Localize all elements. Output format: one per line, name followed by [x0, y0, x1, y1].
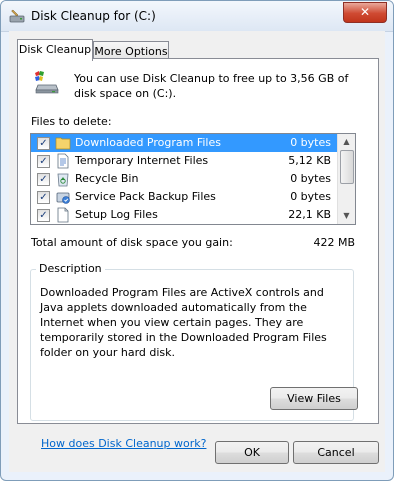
file-size: 5,12 KB: [288, 154, 331, 167]
disk-cleanup-icon: [9, 9, 25, 23]
disk-cleanup-window: Disk Cleanup for (C:) ✕ Disk Cleanup Mor…: [0, 0, 394, 481]
ok-button[interactable]: OK: [215, 441, 289, 464]
scroll-up-icon[interactable]: ▲: [338, 134, 355, 150]
intro-text: You can use Disk Cleanup to free up to 3…: [74, 72, 349, 100]
list-item[interactable]: ✓ Recycle Bin 0 bytes: [31, 170, 337, 188]
file-name: Setup Log Files: [75, 208, 158, 221]
list-item[interactable]: ✓ Setup Log Files 22,1 KB: [31, 206, 337, 224]
file-size: 0 bytes: [290, 172, 331, 185]
help-link[interactable]: How does Disk Cleanup work?: [41, 437, 206, 450]
window-title: Disk Cleanup for (C:): [31, 9, 156, 23]
file-name: Service Pack Backup Files: [75, 190, 216, 203]
total-space-value: 422 MB: [313, 236, 355, 249]
backup-icon: [56, 192, 70, 204]
files-to-delete-label: Files to delete:: [31, 115, 112, 128]
scroll-down-icon[interactable]: ▼: [338, 208, 355, 224]
file-name: Downloaded Program Files: [75, 136, 221, 149]
disk-cleanup-panel: You can use Disk Cleanup to free up to 3…: [17, 58, 379, 450]
document-icon: [57, 153, 69, 169]
recycle-bin-icon: [57, 173, 69, 187]
title-bar[interactable]: Disk Cleanup for (C:) ✕: [1, 1, 393, 32]
list-item[interactable]: ✓ Downloaded Program Files 0 bytes: [31, 134, 337, 152]
cancel-button[interactable]: Cancel: [293, 441, 379, 464]
file-size: 0 bytes: [290, 136, 331, 149]
drive-cleanup-icon: [35, 71, 59, 94]
files-list-scrollbar[interactable]: ▲ ▼: [337, 134, 355, 224]
dialog-client: Disk Cleanup More Options You can use Di…: [9, 31, 385, 472]
description-legend: Description: [36, 262, 105, 275]
total-space-label: Total amount of disk space you gain:: [31, 236, 233, 249]
files-list[interactable]: ✓ Downloaded Program Files 0 bytes ✓ Tem…: [30, 133, 356, 225]
file-name: Recycle Bin: [75, 172, 139, 185]
file-name: Temporary Internet Files: [75, 154, 209, 167]
description-text: Downloaded Program Files are ActiveX con…: [40, 286, 327, 359]
description-group: Description Downloaded Program Files are…: [30, 261, 358, 429]
scroll-thumb[interactable]: [340, 150, 354, 184]
folder-icon: [55, 137, 71, 150]
file-checkbox[interactable]: ✓: [37, 173, 50, 186]
file-size: 22,1 KB: [288, 208, 331, 221]
tab-disk-cleanup[interactable]: Disk Cleanup: [17, 39, 93, 61]
file-checkbox[interactable]: ✓: [37, 209, 50, 222]
file-checkbox[interactable]: ✓: [37, 155, 50, 168]
list-item[interactable]: ✓ Temporary Internet Files 5,12 KB: [31, 152, 337, 170]
file-size: 0 bytes: [290, 190, 331, 203]
log-file-icon: [57, 207, 69, 223]
list-item[interactable]: ✓ Service Pack Backup Files 0 bytes: [31, 188, 337, 206]
file-checkbox[interactable]: ✓: [37, 137, 50, 150]
view-files-button[interactable]: View Files: [270, 387, 358, 410]
file-checkbox[interactable]: ✓: [37, 191, 50, 204]
close-button[interactable]: ✕: [343, 2, 387, 23]
